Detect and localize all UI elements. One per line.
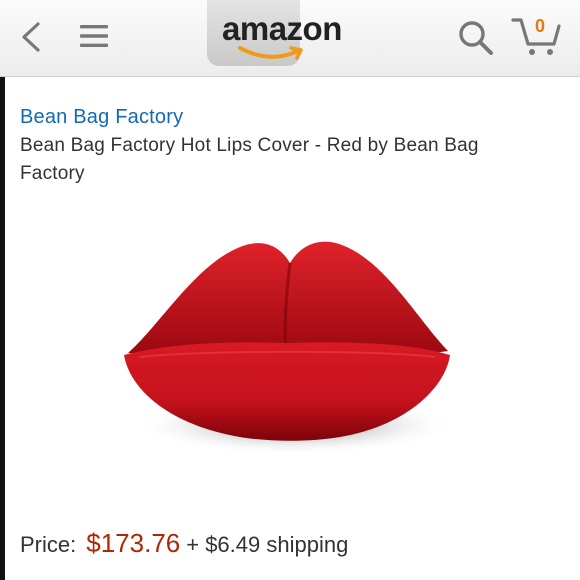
price-row: Price: $173.76 + $6.49 shipping: [20, 528, 348, 559]
left-edge-border: [0, 76, 5, 580]
price-value: $173.76: [86, 528, 181, 558]
product-image[interactable]: [110, 225, 470, 495]
product-title: Bean Bag Factory Hot Lips Cover - Red by…: [20, 135, 479, 184]
shipping-cost: + $6.49 shipping: [186, 532, 349, 557]
price-label: Price:: [20, 532, 77, 557]
menu-icon[interactable]: [78, 22, 110, 50]
search-icon[interactable]: [456, 18, 496, 58]
top-nav-bar: amazon 0: [0, 0, 580, 77]
back-icon[interactable]: [18, 20, 44, 54]
cart-count-badge[interactable]: 0: [530, 16, 550, 37]
logo-smile-icon: [238, 46, 303, 60]
amazon-logo[interactable]: amazon: [222, 10, 342, 48]
brand-link[interactable]: Bean Bag Factory: [20, 106, 183, 129]
